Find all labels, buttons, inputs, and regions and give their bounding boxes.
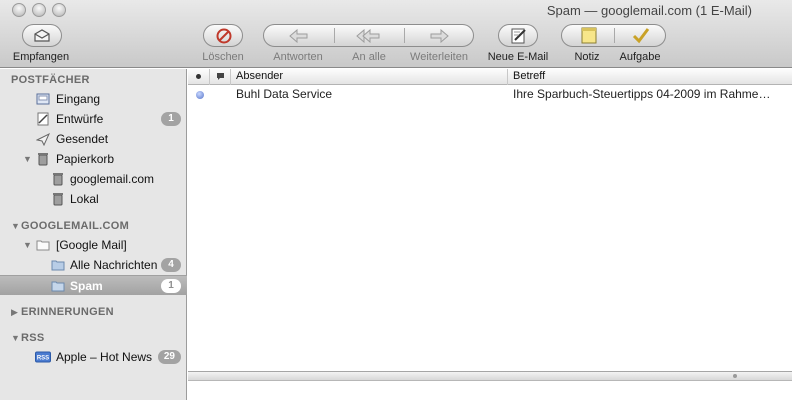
column-header-bar: Absender Betreff <box>188 69 792 85</box>
get-mail-button[interactable] <box>22 24 62 47</box>
trash-icon <box>53 173 63 186</box>
note-label: Notiz <box>574 51 600 63</box>
compose-icon <box>511 28 526 44</box>
window-title: Spam — googlemail.com (1 E-Mail) <box>546 3 752 18</box>
unread-count-badge: 1 <box>161 112 181 126</box>
column-subject[interactable]: Betreff <box>508 69 792 85</box>
sidebar-item-label: Lokal <box>70 192 99 206</box>
reply-group <box>263 24 474 47</box>
unread-count-badge: 4 <box>161 258 181 272</box>
message-subject: Ihre Sparbuch-Steuertipps 04-2009 im Rah… <box>513 87 771 101</box>
unread-count-badge: 1 <box>161 279 181 293</box>
unread-indicator-icon <box>196 91 204 99</box>
reminders-header[interactable]: ▶ ERINNERUNGEN <box>11 306 114 318</box>
new-mail-label: Neue E-Mail <box>487 51 549 63</box>
message-preview-pane <box>188 381 792 400</box>
sidebar-item-trash-googlemail[interactable]: googlemail.com <box>0 169 187 189</box>
table-row[interactable]: Buhl Data Service Ihre Sparbuch-Steuerti… <box>188 86 792 104</box>
reminders-header-label: ERINNERUNGEN <box>21 306 114 318</box>
sidebar-item-label: Gesendet <box>56 132 109 146</box>
delete-button[interactable] <box>203 24 243 47</box>
paper-plane-icon <box>36 132 50 146</box>
segment-divider <box>334 28 335 43</box>
disclosure-triangle-right-icon[interactable]: ▶ <box>11 307 21 318</box>
drafts-icon <box>37 112 49 126</box>
sidebar-item-label: googlemail.com <box>70 172 155 186</box>
note-icon[interactable] <box>581 27 597 44</box>
trash-icon <box>53 193 63 206</box>
sidebar-item-sent[interactable]: Gesendet <box>0 129 187 149</box>
sidebar-item-trash-local[interactable]: Lokal <box>0 189 187 209</box>
reply-icon[interactable] <box>288 28 310 44</box>
sidebar-item-trash[interactable]: ▼ Papierkorb <box>0 149 187 169</box>
unread-dot-icon <box>196 73 201 79</box>
disclosure-triangle-icon[interactable]: ▼ <box>11 333 21 343</box>
message-sender: Buhl Data Service <box>236 87 333 101</box>
rss-header[interactable]: ▼RSS <box>11 332 45 344</box>
new-mail-button[interactable] <box>498 24 538 47</box>
delete-icon <box>216 28 232 44</box>
sidebar-item-label: Spam <box>70 279 103 293</box>
folder-icon <box>51 281 65 292</box>
sidebar-item-rss-apple[interactable]: RSS Apple – Hot News 29 <box>0 347 187 367</box>
rss-badge-text: RSS <box>37 356 49 362</box>
sidebar-item-inbox[interactable]: Eingang <box>0 89 187 109</box>
disclosure-triangle-icon[interactable]: ▼ <box>23 154 32 164</box>
sidebar-item-label: Alle Nachrichten <box>70 258 158 272</box>
toolbar: Spam — googlemail.com (1 E-Mail) Empfang… <box>0 0 792 68</box>
account-header[interactable]: ▼GOOGLEMAIL.COM <box>11 220 129 232</box>
sidebar-item-spam[interactable]: Spam 1 <box>0 275 187 295</box>
folder-icon <box>36 240 50 251</box>
sidebar: POSTFÄCHER Eingang Entwürfe 1 Gesendet ▼… <box>0 69 187 400</box>
todo-label: Aufgabe <box>619 51 661 63</box>
sidebar-item-drafts[interactable]: Entwürfe 1 <box>0 109 187 129</box>
unread-count-badge: 29 <box>157 350 181 364</box>
reply-label: Antworten <box>273 51 323 63</box>
column-replied[interactable] <box>210 69 231 85</box>
reply-all-label: An alle <box>352 51 386 63</box>
column-sender[interactable]: Absender <box>231 69 508 85</box>
reply-all-icon[interactable] <box>356 28 382 44</box>
inbox-icon <box>36 93 50 105</box>
get-mail-label: Empfangen <box>12 51 70 63</box>
sidebar-item-all-mail[interactable]: Alle Nachrichten 4 <box>0 255 187 275</box>
segment-divider <box>404 28 405 43</box>
note-todo-group <box>561 24 666 47</box>
disclosure-triangle-icon[interactable]: ▼ <box>23 240 32 250</box>
envelope-icon <box>34 29 50 42</box>
segment-divider <box>614 28 615 43</box>
forward-icon[interactable] <box>428 28 450 44</box>
sidebar-item-label: Eingang <box>56 92 101 106</box>
sidebar-item-label: Papierkorb <box>56 152 115 166</box>
delete-label: Löschen <box>202 51 244 63</box>
checkmark-icon[interactable] <box>632 27 650 44</box>
speech-bubble-icon <box>217 72 224 80</box>
trash-icon <box>38 153 48 166</box>
folder-icon <box>51 260 65 271</box>
rss-header-label: RSS <box>21 332 45 344</box>
pane-splitter[interactable] <box>188 371 792 381</box>
splitter-grip-icon <box>733 374 737 378</box>
sidebar-item-label: Apple – Hot News <box>56 350 153 364</box>
account-header-label: GOOGLEMAIL.COM <box>21 220 130 232</box>
rss-icon: RSS <box>35 351 51 363</box>
sidebar-item-label: Entwürfe <box>56 112 104 126</box>
column-unread[interactable] <box>188 69 210 85</box>
message-list: Absender Betreff Buhl Data Service Ihre … <box>188 69 792 371</box>
sidebar-item-label: [Google Mail] <box>56 238 127 252</box>
sidebar-item-google-mail[interactable]: ▼ [Google Mail] <box>0 235 187 255</box>
disclosure-triangle-icon[interactable]: ▼ <box>11 221 21 231</box>
mailboxes-header[interactable]: POSTFÄCHER <box>11 74 90 86</box>
forward-label: Weiterleiten <box>410 51 468 63</box>
